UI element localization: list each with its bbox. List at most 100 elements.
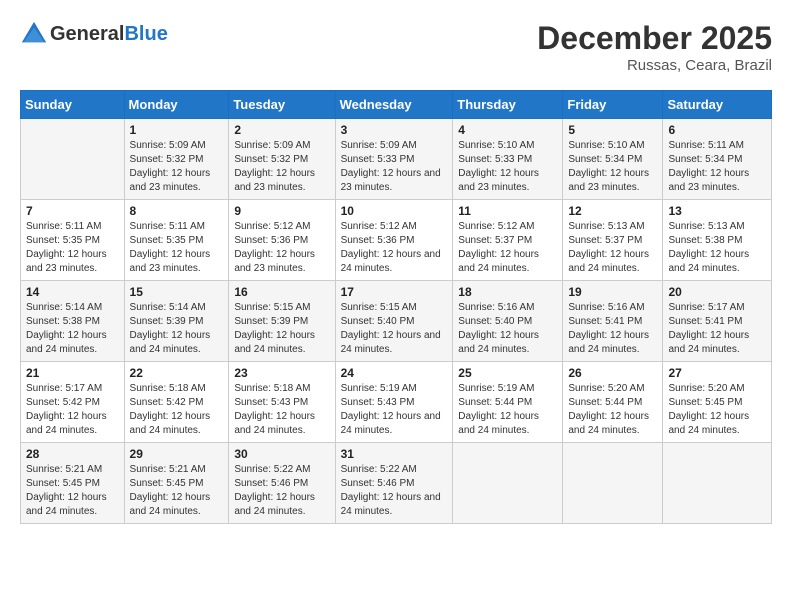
day-info: Sunrise: 5:20 AMSunset: 5:45 PMDaylight:…: [668, 382, 766, 438]
day-number: 10: [341, 204, 448, 218]
day-number: 1: [130, 123, 224, 137]
calendar-cell: [453, 443, 563, 524]
day-info: Sunrise: 5:21 AMSunset: 5:45 PMDaylight:…: [130, 463, 224, 519]
day-number: 3: [341, 123, 448, 137]
day-number: 5: [568, 123, 657, 137]
calendar-cell: 28 Sunrise: 5:21 AMSunset: 5:45 PMDaylig…: [21, 443, 125, 524]
calendar-cell: 22 Sunrise: 5:18 AMSunset: 5:42 PMDaylig…: [124, 362, 229, 443]
calendar-cell: 10 Sunrise: 5:12 AMSunset: 5:36 PMDaylig…: [335, 200, 453, 281]
calendar-cell: 23 Sunrise: 5:18 AMSunset: 5:43 PMDaylig…: [229, 362, 335, 443]
calendar-cell: 27 Sunrise: 5:20 AMSunset: 5:45 PMDaylig…: [663, 362, 772, 443]
calendar-cell: 24 Sunrise: 5:19 AMSunset: 5:43 PMDaylig…: [335, 362, 453, 443]
calendar-cell: 1 Sunrise: 5:09 AMSunset: 5:32 PMDayligh…: [124, 119, 229, 200]
week-row-2: 7 Sunrise: 5:11 AMSunset: 5:35 PMDayligh…: [21, 200, 772, 281]
calendar-cell: 30 Sunrise: 5:22 AMSunset: 5:46 PMDaylig…: [229, 443, 335, 524]
day-number: 17: [341, 285, 448, 299]
calendar-cell: 16 Sunrise: 5:15 AMSunset: 5:39 PMDaylig…: [229, 281, 335, 362]
title-section: December 2025 Russas, Ceara, Brazil: [537, 20, 772, 74]
calendar-cell: [663, 443, 772, 524]
day-info: Sunrise: 5:09 AMSunset: 5:33 PMDaylight:…: [341, 139, 448, 195]
calendar-cell: 11 Sunrise: 5:12 AMSunset: 5:37 PMDaylig…: [453, 200, 563, 281]
calendar-cell: 8 Sunrise: 5:11 AMSunset: 5:35 PMDayligh…: [124, 200, 229, 281]
col-header-tuesday: Tuesday: [229, 91, 335, 119]
day-number: 8: [130, 204, 224, 218]
day-number: 27: [668, 366, 766, 380]
day-number: 19: [568, 285, 657, 299]
calendar-cell: 26 Sunrise: 5:20 AMSunset: 5:44 PMDaylig…: [563, 362, 663, 443]
day-info: Sunrise: 5:13 AMSunset: 5:37 PMDaylight:…: [568, 220, 657, 276]
day-number: 21: [26, 366, 119, 380]
day-info: Sunrise: 5:22 AMSunset: 5:46 PMDaylight:…: [341, 463, 448, 519]
calendar-cell: 9 Sunrise: 5:12 AMSunset: 5:36 PMDayligh…: [229, 200, 335, 281]
week-row-4: 21 Sunrise: 5:17 AMSunset: 5:42 PMDaylig…: [21, 362, 772, 443]
day-number: 23: [234, 366, 329, 380]
calendar-cell: 3 Sunrise: 5:09 AMSunset: 5:33 PMDayligh…: [335, 119, 453, 200]
day-info: Sunrise: 5:10 AMSunset: 5:33 PMDaylight:…: [458, 139, 557, 195]
day-number: 30: [234, 447, 329, 461]
week-row-1: 1 Sunrise: 5:09 AMSunset: 5:32 PMDayligh…: [21, 119, 772, 200]
day-number: 12: [568, 204, 657, 218]
calendar-cell: 29 Sunrise: 5:21 AMSunset: 5:45 PMDaylig…: [124, 443, 229, 524]
calendar-cell: 4 Sunrise: 5:10 AMSunset: 5:33 PMDayligh…: [453, 119, 563, 200]
col-header-monday: Monday: [124, 91, 229, 119]
calendar-cell: 25 Sunrise: 5:19 AMSunset: 5:44 PMDaylig…: [453, 362, 563, 443]
day-number: 11: [458, 204, 557, 218]
day-info: Sunrise: 5:12 AMSunset: 5:36 PMDaylight:…: [234, 220, 329, 276]
day-info: Sunrise: 5:19 AMSunset: 5:43 PMDaylight:…: [341, 382, 448, 438]
month-title: December 2025: [537, 20, 772, 57]
day-info: Sunrise: 5:19 AMSunset: 5:44 PMDaylight:…: [458, 382, 557, 438]
day-number: 24: [341, 366, 448, 380]
day-info: Sunrise: 5:14 AMSunset: 5:39 PMDaylight:…: [130, 301, 224, 357]
day-info: Sunrise: 5:17 AMSunset: 5:41 PMDaylight:…: [668, 301, 766, 357]
calendar-cell: [563, 443, 663, 524]
day-number: 25: [458, 366, 557, 380]
day-number: 13: [668, 204, 766, 218]
col-header-sunday: Sunday: [21, 91, 125, 119]
logo-general: General: [50, 23, 124, 46]
day-info: Sunrise: 5:13 AMSunset: 5:38 PMDaylight:…: [668, 220, 766, 276]
logo-icon: [20, 20, 48, 48]
week-row-3: 14 Sunrise: 5:14 AMSunset: 5:38 PMDaylig…: [21, 281, 772, 362]
day-number: 18: [458, 285, 557, 299]
day-info: Sunrise: 5:16 AMSunset: 5:41 PMDaylight:…: [568, 301, 657, 357]
day-number: 2: [234, 123, 329, 137]
calendar-cell: 12 Sunrise: 5:13 AMSunset: 5:37 PMDaylig…: [563, 200, 663, 281]
calendar-cell: 6 Sunrise: 5:11 AMSunset: 5:34 PMDayligh…: [663, 119, 772, 200]
day-number: 22: [130, 366, 224, 380]
day-info: Sunrise: 5:16 AMSunset: 5:40 PMDaylight:…: [458, 301, 557, 357]
day-info: Sunrise: 5:11 AMSunset: 5:35 PMDaylight:…: [26, 220, 119, 276]
calendar-cell: 2 Sunrise: 5:09 AMSunset: 5:32 PMDayligh…: [229, 119, 335, 200]
day-info: Sunrise: 5:18 AMSunset: 5:43 PMDaylight:…: [234, 382, 329, 438]
day-number: 16: [234, 285, 329, 299]
header-row: SundayMondayTuesdayWednesdayThursdayFrid…: [21, 91, 772, 119]
col-header-thursday: Thursday: [453, 91, 563, 119]
day-number: 29: [130, 447, 224, 461]
calendar-cell: 5 Sunrise: 5:10 AMSunset: 5:34 PMDayligh…: [563, 119, 663, 200]
day-info: Sunrise: 5:20 AMSunset: 5:44 PMDaylight:…: [568, 382, 657, 438]
calendar-cell: 7 Sunrise: 5:11 AMSunset: 5:35 PMDayligh…: [21, 200, 125, 281]
calendar-cell: 21 Sunrise: 5:17 AMSunset: 5:42 PMDaylig…: [21, 362, 125, 443]
week-row-5: 28 Sunrise: 5:21 AMSunset: 5:45 PMDaylig…: [21, 443, 772, 524]
col-header-saturday: Saturday: [663, 91, 772, 119]
calendar-cell: 15 Sunrise: 5:14 AMSunset: 5:39 PMDaylig…: [124, 281, 229, 362]
calendar-cell: 19 Sunrise: 5:16 AMSunset: 5:41 PMDaylig…: [563, 281, 663, 362]
day-info: Sunrise: 5:11 AMSunset: 5:35 PMDaylight:…: [130, 220, 224, 276]
calendar-cell: 14 Sunrise: 5:14 AMSunset: 5:38 PMDaylig…: [21, 281, 125, 362]
day-number: 6: [668, 123, 766, 137]
day-info: Sunrise: 5:15 AMSunset: 5:39 PMDaylight:…: [234, 301, 329, 357]
day-info: Sunrise: 5:12 AMSunset: 5:37 PMDaylight:…: [458, 220, 557, 276]
day-info: Sunrise: 5:15 AMSunset: 5:40 PMDaylight:…: [341, 301, 448, 357]
day-info: Sunrise: 5:17 AMSunset: 5:42 PMDaylight:…: [26, 382, 119, 438]
calendar-table: SundayMondayTuesdayWednesdayThursdayFrid…: [20, 90, 772, 524]
calendar-cell: 20 Sunrise: 5:17 AMSunset: 5:41 PMDaylig…: [663, 281, 772, 362]
day-info: Sunrise: 5:21 AMSunset: 5:45 PMDaylight:…: [26, 463, 119, 519]
calendar-cell: 31 Sunrise: 5:22 AMSunset: 5:46 PMDaylig…: [335, 443, 453, 524]
day-number: 31: [341, 447, 448, 461]
logo: General Blue: [20, 20, 168, 48]
calendar-cell: 17 Sunrise: 5:15 AMSunset: 5:40 PMDaylig…: [335, 281, 453, 362]
day-info: Sunrise: 5:12 AMSunset: 5:36 PMDaylight:…: [341, 220, 448, 276]
day-info: Sunrise: 5:09 AMSunset: 5:32 PMDaylight:…: [234, 139, 329, 195]
day-number: 26: [568, 366, 657, 380]
day-number: 20: [668, 285, 766, 299]
day-number: 4: [458, 123, 557, 137]
